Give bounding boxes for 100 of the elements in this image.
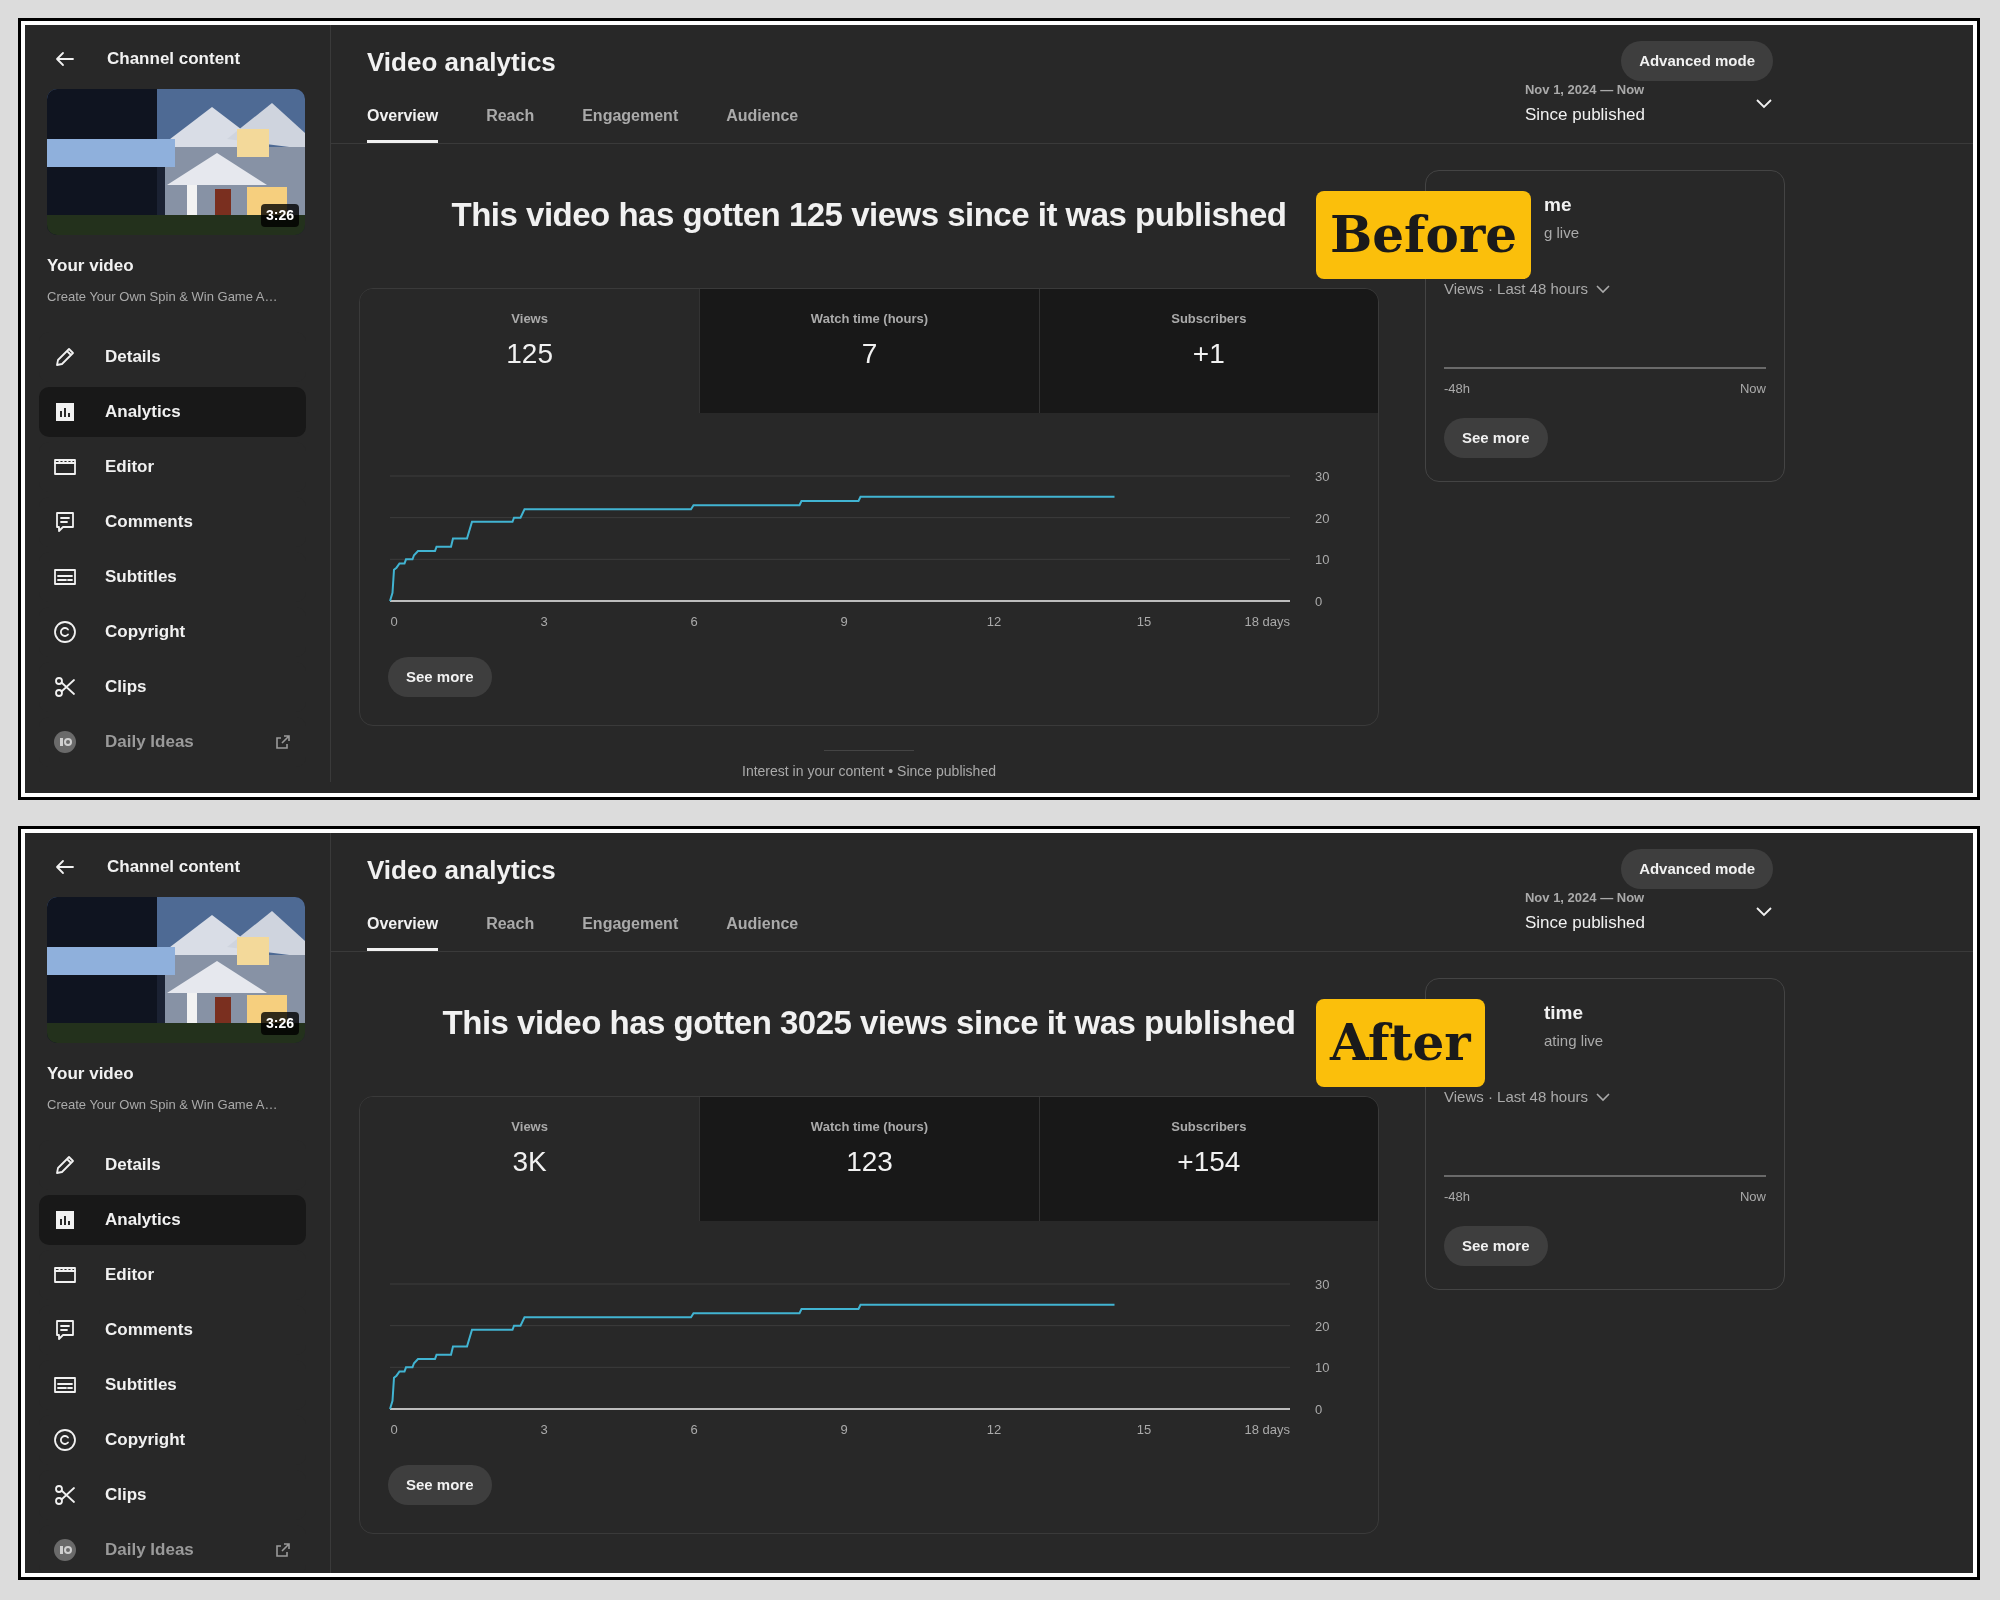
card-subtitle: g live bbox=[1544, 222, 1581, 243]
metric-value: 125 bbox=[506, 336, 553, 371]
section-title: Channel content bbox=[107, 856, 241, 879]
metric-dropdown[interactable]: Views · Last 48 hours bbox=[1444, 278, 1610, 301]
metric-label: Views bbox=[511, 310, 548, 328]
metric-value: 3K bbox=[512, 1144, 547, 1179]
tab[interactable]: Engagement bbox=[582, 104, 679, 143]
axis-label: 20 bbox=[1315, 1318, 1330, 1334]
axis-label: 6 bbox=[690, 614, 698, 629]
chevron-down-icon bbox=[1595, 1092, 1610, 1103]
axis-label: Now bbox=[1740, 1187, 1766, 1206]
annotation-badge: After bbox=[1316, 999, 1485, 1087]
axis-label: 10 bbox=[1315, 552, 1330, 568]
see-more-button[interactable]: See more bbox=[1444, 418, 1548, 458]
video-title: Create Your Own Spin & Win Game A… bbox=[47, 287, 279, 306]
scissors-icon bbox=[53, 1483, 77, 1507]
tab[interactable]: Engagement bbox=[582, 912, 679, 951]
video-heading: Your video bbox=[47, 255, 135, 277]
axis-label: 12 bbox=[986, 1422, 1002, 1437]
scissors-icon bbox=[53, 675, 77, 699]
metric-tab[interactable]: Watch time (hours) 7 bbox=[699, 289, 1039, 413]
axis-label: 3 bbox=[540, 614, 548, 629]
video-title: Create Your Own Spin & Win Game A… bbox=[47, 1095, 279, 1114]
metric-label: Views bbox=[511, 1118, 548, 1136]
tab[interactable]: Audience bbox=[726, 912, 799, 951]
metric-label: Watch time (hours) bbox=[810, 310, 929, 328]
copyright-icon bbox=[53, 1428, 77, 1452]
axis-label: -48h bbox=[1444, 1187, 1471, 1206]
axis-label: 30 bbox=[1315, 1277, 1330, 1292]
date-range: Nov 1, 2024 — Now bbox=[1524, 81, 1645, 99]
ideas-icon bbox=[53, 730, 77, 754]
external-link-icon bbox=[274, 1541, 292, 1559]
axis-label: -48h bbox=[1444, 379, 1471, 398]
axis-label: 20 bbox=[1315, 510, 1330, 526]
chevron-down-icon bbox=[1755, 97, 1773, 110]
sidebar-item[interactable]: Analytics bbox=[39, 387, 306, 437]
tab[interactable]: Reach bbox=[486, 912, 535, 951]
axis-label: 0 bbox=[390, 614, 398, 629]
see-more-button[interactable]: See more bbox=[1444, 1226, 1548, 1266]
chevron-down-icon bbox=[1755, 905, 1773, 918]
duration-badge: 3:26 bbox=[260, 204, 299, 227]
metric-tab[interactable]: Subscribers +1 bbox=[1038, 289, 1378, 413]
copyright-icon bbox=[53, 620, 77, 644]
date-range-label: Since published bbox=[1524, 911, 1645, 934]
pencil-icon bbox=[53, 1153, 77, 1177]
annotation-badge: Before bbox=[1316, 191, 1532, 279]
comment-icon bbox=[53, 1318, 77, 1342]
see-more-button[interactable]: See more bbox=[388, 1465, 492, 1505]
metric-value: 7 bbox=[861, 336, 878, 371]
axis-label: 0 bbox=[1315, 1402, 1323, 1417]
axis-label: 15 bbox=[1136, 1422, 1152, 1437]
metric-value: +154 bbox=[1177, 1144, 1241, 1179]
metric-label: Subscribers bbox=[1171, 310, 1247, 328]
metric-value: 123 bbox=[846, 1144, 893, 1179]
metric-tab[interactable]: Subscribers +154 bbox=[1038, 1097, 1378, 1221]
card-subtitle: ating live bbox=[1544, 1030, 1605, 1051]
page-title: Video analytics bbox=[367, 46, 556, 79]
section-title: Channel content bbox=[107, 48, 241, 71]
date-range-label: Since published bbox=[1524, 103, 1645, 126]
axis-label: 30 bbox=[1315, 469, 1330, 484]
pencil-icon bbox=[53, 345, 77, 369]
metric-label: Subscribers bbox=[1171, 1118, 1247, 1136]
date-range-dropdown[interactable]: Nov 1, 2024 — Now Since published bbox=[1524, 888, 1773, 951]
headline: This video has gotten 3025 views since it was published bbox=[442, 1003, 1296, 1043]
tab[interactable]: Overview bbox=[367, 912, 439, 951]
axis-label: 9 bbox=[840, 614, 848, 629]
metric-dropdown[interactable]: Views · Last 48 hours bbox=[1444, 1086, 1610, 1109]
analytics-icon bbox=[53, 1208, 77, 1232]
axis-label: 9 bbox=[840, 1422, 848, 1437]
axis-label: 3 bbox=[540, 1422, 548, 1437]
card-title: time bbox=[1544, 1001, 1585, 1025]
metric-value: +1 bbox=[1192, 336, 1225, 371]
headline: This video has gotten 125 views since it was published bbox=[451, 195, 1287, 235]
page-title: Video analytics bbox=[367, 854, 556, 887]
axis-label: 0 bbox=[390, 1422, 398, 1437]
axis-label: 10 bbox=[1315, 1360, 1330, 1376]
advanced-mode-button[interactable]: Advanced mode bbox=[1621, 849, 1773, 889]
tab[interactable]: Audience bbox=[726, 104, 799, 143]
advanced-mode-button[interactable]: Advanced mode bbox=[1621, 41, 1773, 81]
axis-label: 0 bbox=[1315, 594, 1323, 609]
see-more-button[interactable]: See more bbox=[388, 657, 492, 697]
duration-badge: 3:26 bbox=[260, 1012, 299, 1035]
ideas-icon bbox=[53, 1538, 77, 1562]
date-range-dropdown[interactable]: Nov 1, 2024 — Now Since published bbox=[1524, 80, 1773, 143]
metric-tab[interactable]: Watch time (hours) 123 bbox=[699, 1097, 1039, 1221]
axis-label: 6 bbox=[690, 1422, 698, 1437]
axis-label: 18 days bbox=[1244, 1422, 1290, 1437]
axis-label: 15 bbox=[1136, 614, 1152, 629]
axis-label: 18 days bbox=[1244, 614, 1290, 629]
tab[interactable]: Reach bbox=[486, 104, 535, 143]
card-title: me bbox=[1544, 193, 1573, 217]
analytics-icon bbox=[53, 400, 77, 424]
video-heading: Your video bbox=[47, 1063, 135, 1085]
comment-icon bbox=[53, 510, 77, 534]
tab[interactable]: Overview bbox=[367, 104, 439, 143]
metric-label: Watch time (hours) bbox=[810, 1118, 929, 1136]
section-caption: Interest in your content • Since published bbox=[742, 762, 996, 781]
axis-label: Now bbox=[1740, 379, 1766, 398]
date-range: Nov 1, 2024 — Now bbox=[1524, 889, 1645, 907]
sidebar-item[interactable]: Analytics bbox=[39, 1195, 306, 1245]
